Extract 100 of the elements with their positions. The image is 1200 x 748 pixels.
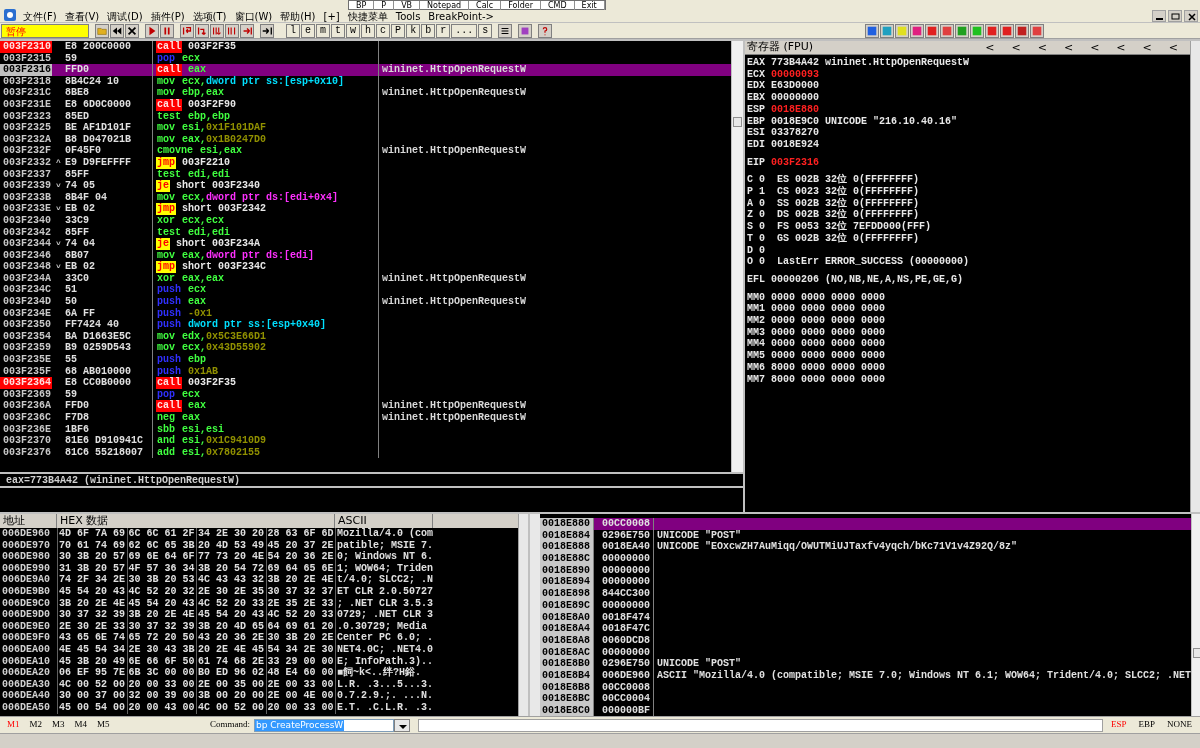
nav-button[interactable]: < bbox=[1142, 41, 1152, 54]
stack-row[interactable]: 0018E898 844CC300 bbox=[540, 588, 1192, 600]
register-value[interactable]: 0018E9C0 bbox=[771, 115, 820, 128]
window-button[interactable]: h bbox=[361, 23, 376, 38]
code-row[interactable]: 003F234E 6A FF push -0x1 bbox=[0, 307, 731, 320]
register-value[interactable]: 00000000 bbox=[771, 92, 820, 104]
window-button[interactable]: c bbox=[376, 23, 391, 38]
app-icon[interactable] bbox=[3, 8, 17, 22]
quick-launch-button[interactable]: Notepad bbox=[420, 1, 470, 10]
menu-item[interactable]: 帮助(H) bbox=[280, 12, 316, 22]
menu-item[interactable]: 文件(F) bbox=[23, 12, 57, 22]
code-row[interactable]: 003F2340 33C9 xor ecx,ecx bbox=[0, 214, 731, 227]
column-header[interactable]: HEX 数据 bbox=[57, 514, 335, 528]
list-icon[interactable] bbox=[498, 23, 513, 38]
menu-item[interactable]: [+] bbox=[323, 12, 340, 22]
quick-launch-button[interactable]: Exit bbox=[574, 1, 605, 10]
colored-square-icon[interactable] bbox=[1030, 23, 1044, 38]
quick-launch-button[interactable]: Folder bbox=[501, 1, 541, 10]
nav-button[interactable]: < bbox=[1011, 41, 1021, 54]
register-value[interactable]: 0000 0000 0000 0000 bbox=[771, 291, 886, 304]
menu-item[interactable]: 窗口(W) bbox=[234, 12, 273, 22]
register-value[interactable]: 0000 0000 0000 0000 bbox=[771, 338, 886, 351]
stack-row[interactable]: 0018E88C 00000000 bbox=[540, 553, 1192, 565]
code-row[interactable]: 003F2350 FF7424 40 push dword ptr ss:[esp+0x40] bbox=[0, 319, 731, 331]
flag-value[interactable]: 0 bbox=[759, 174, 777, 187]
flag-value[interactable]: 0 bbox=[759, 244, 777, 257]
colored-square-icon[interactable] bbox=[910, 23, 924, 38]
close-icon[interactable] bbox=[1184, 10, 1198, 22]
code-row[interactable]: 003F2344 ˅ 74 04 je short 003F234A bbox=[0, 238, 731, 250]
nav-button[interactable]: < bbox=[1090, 41, 1100, 54]
flag-value[interactable]: 0 bbox=[759, 232, 777, 245]
register-value[interactable]: 773B4A42 bbox=[771, 57, 820, 69]
register-value[interactable]: 0018E924 bbox=[771, 138, 820, 151]
dump-tab[interactable]: M2 bbox=[29, 718, 43, 732]
code-row[interactable]: 003F2332 ^ E9 D9FEFFFF jmp 003F2210 bbox=[0, 156, 731, 169]
menu-item[interactable]: 调试(D) bbox=[107, 12, 143, 22]
code-row[interactable]: 003F232F 0F45F0 cmovne esi,eax wininet.HttpOpenRequestW bbox=[0, 145, 731, 157]
window-button[interactable]: s bbox=[478, 23, 493, 38]
code-row[interactable]: 003F235E 55 push ebp bbox=[0, 354, 731, 366]
stack-row[interactable]: 0018E8A8 0060DCD8 bbox=[540, 634, 1192, 647]
goto-icon[interactable] bbox=[260, 23, 274, 38]
input-field[interactable] bbox=[418, 718, 1103, 732]
menu-item[interactable]: Tools bbox=[395, 12, 421, 22]
code-row[interactable]: 003F2376 81C6 55218007 add esi,0x7802155 bbox=[0, 446, 731, 459]
play-icon[interactable] bbox=[145, 23, 159, 38]
help-icon[interactable] bbox=[538, 23, 553, 38]
code-row[interactable]: 003F236A FFD0 call eax wininet.HttpOpenRequestW bbox=[0, 400, 731, 412]
stack-row[interactable]: 0018E8B0 0296E750 UNICODE "POST" bbox=[540, 658, 1192, 670]
register-value[interactable]: 0000 0000 0000 0000 bbox=[771, 315, 886, 327]
menu-item[interactable]: 选项(T) bbox=[192, 12, 227, 22]
code-row[interactable]: 003F2323 85ED test ebp,ebp bbox=[0, 110, 731, 123]
flag-value[interactable]: 1 bbox=[759, 186, 777, 198]
colored-square-icon[interactable] bbox=[985, 23, 999, 38]
step-over-icon[interactable] bbox=[195, 23, 209, 38]
window-button[interactable]: r bbox=[436, 23, 451, 38]
colored-square-icon[interactable] bbox=[1015, 23, 1029, 38]
code-row[interactable]: 003F2354 BA D1663E5C mov edx,0x5C3E66D1 bbox=[0, 330, 731, 343]
code-row[interactable]: 003F2339 ˅ 74 05 je short 003F2340 bbox=[0, 180, 731, 192]
code-row[interactable]: 003F234C 51 push ecx bbox=[0, 284, 731, 297]
quick-launch-button[interactable]: BP bbox=[349, 1, 375, 10]
nav-button[interactable]: < bbox=[985, 41, 995, 54]
stack-row[interactable]: 0018E880 00CC0008 bbox=[540, 518, 1192, 530]
return-icon[interactable] bbox=[240, 23, 254, 38]
code-row[interactable]: 003F2348 ˅ EB 02 jmp short 003F234C bbox=[0, 261, 731, 273]
window-button[interactable]: b bbox=[421, 23, 436, 38]
nav-button[interactable]: < bbox=[1116, 41, 1126, 54]
quick-launch-button[interactable]: Calc bbox=[469, 1, 502, 10]
dropdown-caret-icon[interactable] bbox=[394, 718, 410, 732]
window-button[interactable]: w bbox=[346, 23, 361, 38]
colored-square-icon[interactable] bbox=[940, 23, 954, 38]
colored-square-icon[interactable] bbox=[925, 23, 939, 38]
quick-launch-button[interactable]: VB bbox=[394, 1, 421, 10]
menu-item[interactable]: 查看(V) bbox=[64, 12, 100, 22]
window-button[interactable]: ... bbox=[451, 23, 478, 38]
stack-row[interactable]: 0018E8A4 0018F47C bbox=[540, 623, 1192, 635]
menu-item[interactable]: 快捷菜单 bbox=[347, 12, 388, 22]
window-button[interactable]: P bbox=[391, 23, 406, 38]
window-button[interactable]: m bbox=[316, 23, 331, 38]
window-button[interactable]: k bbox=[406, 23, 421, 38]
register-value[interactable]: 003F2316 bbox=[771, 156, 820, 169]
stack-row[interactable]: 0018E8B4 006DE960 ASCII "Mozilla/4.0 (compatible; MSIE 7.0; Windows NT 6.1; WOW64; Trident/4.0; SLCC2; .NET bbox=[540, 669, 1192, 682]
scrollbar[interactable] bbox=[518, 514, 528, 716]
pause-icon[interactable] bbox=[160, 23, 174, 38]
code-row[interactable]: 003F236C F7D8 neg eax wininet.HttpOpenRequestW bbox=[0, 412, 731, 424]
code-row[interactable]: 003F231E E8 6D0C0000 call 003F2F90 bbox=[0, 98, 731, 111]
register-value[interactable]: 03378270 bbox=[771, 127, 820, 139]
restore-icon[interactable] bbox=[1168, 10, 1182, 22]
code-row[interactable]: 003F2318 8B4C24 10 mov ecx,dword ptr ss:[esp+0x10] bbox=[0, 75, 731, 88]
scrollbar[interactable] bbox=[731, 41, 743, 472]
rewind-icon[interactable] bbox=[110, 23, 124, 38]
close-icon[interactable] bbox=[125, 23, 139, 38]
menu-item[interactable]: 插件(P) bbox=[150, 12, 185, 22]
nav-button[interactable]: < bbox=[1063, 41, 1074, 54]
minimize-icon[interactable] bbox=[1152, 10, 1166, 22]
code-row[interactable]: 003F2370 81E6 D910941C and esi,0x1C9410D9 bbox=[0, 435, 731, 447]
scrollbar[interactable] bbox=[1191, 514, 1200, 716]
flag-value[interactable]: 0 bbox=[759, 256, 777, 268]
menu-item[interactable]: BreakPoint-> bbox=[428, 12, 494, 22]
quick-launch-button[interactable]: P bbox=[374, 1, 395, 10]
colored-square-icon[interactable] bbox=[895, 23, 909, 38]
